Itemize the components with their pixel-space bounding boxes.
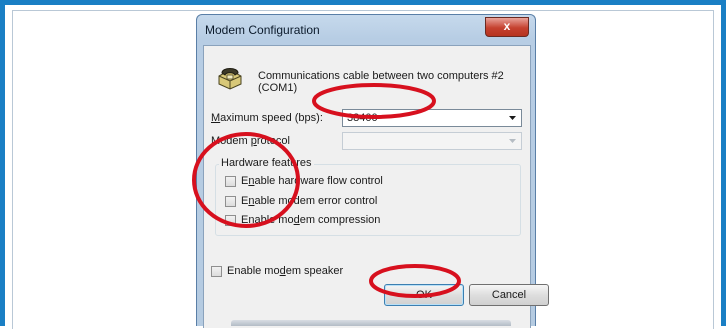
modem-speaker-label: Enable modem speaker	[227, 265, 344, 277]
checkbox-box[interactable]	[211, 265, 222, 277]
dialog-title: Modem Configuration	[205, 23, 320, 37]
hardware-flow-control-label: Enable hardware flow control	[241, 175, 383, 187]
modem-speaker-checkbox[interactable]: Enable modem speaker	[211, 265, 343, 277]
max-speed-select[interactable]: 38400	[342, 109, 522, 127]
modem-compression-label: Enable modem compression	[241, 214, 381, 226]
max-speed-label: Maximum speed (bps):	[211, 112, 323, 124]
checkbox-box[interactable]	[225, 175, 236, 187]
chevron-down-icon	[509, 116, 516, 120]
cancel-button[interactable]: Cancel	[469, 284, 549, 306]
modem-error-control-label: Enable modem error control	[241, 195, 378, 207]
chevron-down-icon	[509, 139, 516, 143]
close-icon: x	[503, 19, 511, 33]
hardware-flow-control-checkbox[interactable]: Enable hardware flow control	[225, 175, 383, 187]
device-name: Communications cable between two compute…	[258, 70, 504, 94]
checkbox-box[interactable]	[225, 214, 236, 226]
ok-button[interactable]: OK	[384, 284, 464, 306]
window-bottom-edge	[231, 320, 511, 326]
close-button[interactable]: x	[485, 17, 529, 37]
modem-error-control-checkbox[interactable]: Enable modem error control	[225, 195, 377, 207]
max-speed-value: 38400	[347, 112, 378, 124]
checkbox-box[interactable]	[225, 195, 236, 207]
hardware-features-label: Hardware features	[219, 157, 314, 169]
modem-configuration-dialog: Modem Configuration x Communications cab…	[196, 14, 549, 328]
modem-protocol-select[interactable]	[342, 132, 522, 150]
modem-icon	[218, 68, 242, 90]
dialog-client-area: Communications cable between two compute…	[203, 45, 549, 328]
modem-protocol-label: Modem protocol	[211, 135, 290, 147]
modem-compression-checkbox[interactable]: Enable modem compression	[225, 214, 380, 226]
